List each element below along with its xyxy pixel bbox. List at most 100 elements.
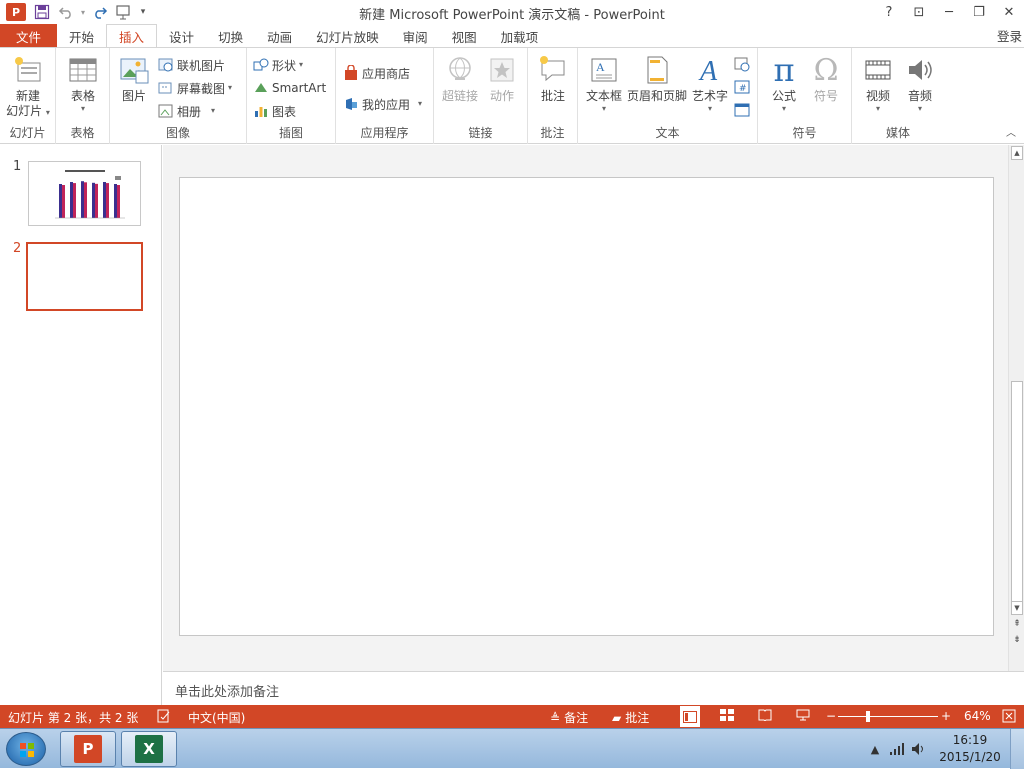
audio-button[interactable]: 音频 ▾ — [900, 54, 940, 114]
my-apps-button[interactable]: 我的应用 ▾ — [343, 94, 422, 114]
chart-label: 图表 — [272, 104, 297, 119]
picture-button[interactable]: 图片 — [116, 54, 152, 104]
textbox-button[interactable]: A 文本框 ▾ — [584, 54, 624, 114]
reading-view-icon[interactable] — [758, 709, 772, 721]
picture-icon — [118, 54, 150, 86]
scroll-down-icon[interactable]: ▼ — [1011, 601, 1023, 615]
dropdown-icon: ▾ — [917, 104, 922, 113]
slideshow-view-icon[interactable] — [796, 709, 810, 721]
redo-icon[interactable] — [88, 1, 112, 23]
group-label-images: 图像 — [165, 126, 190, 140]
current-slide-canvas[interactable] — [179, 177, 994, 636]
tab-insert[interactable]: 插入 — [106, 24, 158, 48]
language-indicator[interactable]: 中文(中国) — [188, 709, 245, 726]
tab-file[interactable]: 文件 — [0, 24, 58, 48]
online-pictures-label: 联机图片 — [177, 58, 226, 73]
dropdown-icon: ▾ — [707, 104, 712, 113]
minimize-button[interactable]: ─ — [934, 0, 964, 24]
zoom-in-button[interactable]: + — [941, 709, 951, 723]
tab-review[interactable]: 审阅 — [391, 24, 440, 48]
close-button[interactable]: ✕ — [994, 0, 1024, 24]
slide-thumbnail-2[interactable] — [26, 242, 143, 311]
tab-home[interactable]: 开始 — [57, 24, 106, 48]
scroll-up-icon[interactable]: ▲ — [1011, 146, 1023, 160]
chart-button[interactable]: 图表 — [253, 101, 296, 121]
scroll-thumb[interactable] — [1011, 381, 1023, 609]
hyperlink-button[interactable]: 超链接 — [440, 54, 480, 104]
online-pictures-button[interactable]: 联机图片 — [158, 55, 225, 75]
tab-view[interactable]: 视图 — [440, 24, 489, 48]
new-slide-button[interactable]: 新建 幻灯片 ▾ — [4, 54, 52, 119]
fit-to-window-icon[interactable] — [1002, 709, 1016, 723]
symbol-button[interactable]: Ω 符号 — [806, 54, 846, 104]
tab-animations[interactable]: 动画 — [255, 24, 304, 48]
normal-view-button[interactable] — [680, 706, 700, 727]
ribbon-display-options-button[interactable]: ⊡ — [904, 0, 934, 24]
volume-icon[interactable] — [908, 739, 930, 759]
slide-number-button[interactable]: # — [734, 77, 753, 97]
previous-slide-icon[interactable]: ⇞ — [1010, 619, 1024, 629]
equation-label: 公式 — [771, 89, 796, 103]
date-time-button[interactable] — [734, 54, 753, 74]
notes-toggle-button[interactable]: ≜ 备注 — [550, 709, 588, 726]
table-button[interactable]: 表格 ▾ — [62, 54, 104, 114]
network-icon[interactable] — [886, 739, 908, 759]
photo-album-button[interactable]: 相册 ▾ — [158, 101, 215, 121]
powerpoint-logo-icon[interactable]: P — [6, 3, 26, 21]
wordart-button[interactable]: A 艺术字 ▾ — [690, 54, 730, 114]
zoom-out-button[interactable]: − — [826, 709, 836, 723]
tab-addins[interactable]: 加载项 — [489, 24, 551, 48]
present-from-start-icon[interactable] — [112, 1, 136, 23]
shapes-button[interactable]: 形状 ▾ — [253, 55, 303, 75]
help-button[interactable]: ? — [874, 0, 904, 24]
next-slide-icon[interactable]: ⇟ — [1010, 635, 1024, 645]
smartart-button[interactable]: SmartArt — [253, 78, 326, 98]
zoom-slider-knob[interactable] — [866, 711, 870, 722]
taskbar-excel-button[interactable]: X — [121, 731, 177, 767]
new-comment-button[interactable]: 批注 — [535, 54, 571, 104]
tab-slideshow[interactable]: 幻灯片放映 — [304, 24, 391, 48]
pi-icon: π — [773, 50, 795, 89]
header-footer-button[interactable]: 页眉和页脚 — [626, 54, 688, 104]
show-hidden-icons-icon[interactable]: ▲ — [864, 739, 886, 759]
collapse-ribbon-icon[interactable]: ︿ — [1006, 124, 1016, 139]
dropdown-icon: ▾ — [601, 104, 606, 113]
slide-thumbnail-1[interactable] — [28, 161, 141, 226]
slide-1-chart-preview — [55, 170, 125, 219]
excel-app-icon: X — [135, 735, 163, 763]
slide-sorter-view-icon[interactable] — [720, 709, 734, 721]
action-button[interactable]: 动作 — [484, 54, 520, 104]
customize-qat-icon[interactable]: ▾ — [136, 1, 150, 23]
restore-button[interactable]: ❐ — [964, 0, 994, 24]
tab-transitions[interactable]: 切换 — [206, 24, 255, 48]
shapes-label: 形状 — [272, 58, 297, 73]
start-button[interactable] — [6, 732, 46, 766]
zoom-slider-track[interactable] — [838, 716, 938, 717]
show-desktop-button[interactable] — [1010, 729, 1024, 769]
vertical-scrollbar[interactable]: ▲ ▼ ⇞ ⇟ — [1008, 145, 1024, 671]
equation-button[interactable]: π 公式 ▾ — [764, 54, 804, 114]
spell-check-icon[interactable] — [157, 709, 171, 723]
zoom-level[interactable]: 64% — [964, 709, 991, 723]
object-button[interactable] — [734, 100, 753, 120]
thumb-chart-bar — [62, 185, 65, 218]
group-label-symbols: 符号 — [792, 126, 817, 140]
video-button[interactable]: 视频 ▾ — [858, 54, 898, 114]
taskbar-clock[interactable]: 16:19 2015/1/20 — [930, 732, 1010, 766]
tab-design[interactable]: 设计 — [157, 24, 206, 48]
store-button[interactable]: 应用商店 — [343, 63, 410, 83]
taskbar-powerpoint-button[interactable]: P — [60, 731, 116, 767]
comments-toggle-button[interactable]: ▰ 批注 — [612, 709, 649, 726]
save-icon[interactable] — [30, 1, 54, 23]
notes-pane[interactable]: 单击此处添加备注 — [163, 671, 1024, 705]
powerpoint-app-icon: P — [74, 735, 102, 763]
group-illustrations: 形状 ▾ SmartArt 图表 插图 — [247, 48, 336, 144]
group-tables: 表格 ▾ 表格 — [56, 48, 110, 144]
screenshot-button[interactable]: 屏幕截图 ▾ — [158, 78, 232, 98]
title-bar: P ▾ ▾ 新建 Microsoft PowerPoint 演示文稿 - Pow… — [0, 0, 1024, 24]
thumb-chart-bar — [59, 184, 62, 218]
sign-in-link[interactable]: 登录 — [997, 26, 1022, 45]
undo-dropdown-icon[interactable]: ▾ — [78, 1, 88, 23]
group-slides: 新建 幻灯片 ▾ 幻灯片 — [0, 48, 56, 144]
undo-icon[interactable] — [54, 1, 78, 23]
